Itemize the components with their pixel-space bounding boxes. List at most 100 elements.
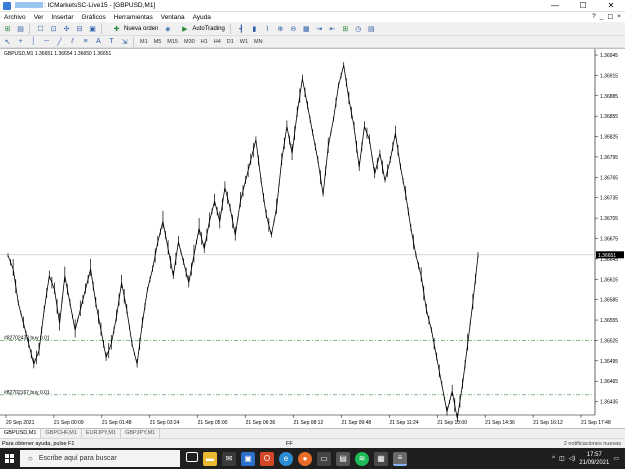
price-tick-label: 1.36885 [600,94,618,100]
menu-archivo[interactable]: Archivo [0,14,30,21]
horizontal-line-icon[interactable]: ─ [41,36,52,47]
price-tick-label: 1.36825 [600,135,618,141]
autoscroll-icon[interactable]: ⇥ [314,23,325,34]
time-tick-label: 20 Sep 2021 [6,420,35,426]
price-tick-label: 1.36765 [600,175,618,181]
notes-icon[interactable]: ▦ [374,451,388,466]
crosshair-icon[interactable]: + [15,36,26,47]
firefox-icon[interactable]: ● [298,451,312,466]
notifications-status[interactable]: 2 notificaciones nuevas [564,441,621,447]
text-label-icon[interactable]: T [106,36,117,47]
menu-ver[interactable]: Ver [30,14,48,21]
equidistant-channel-icon[interactable]: ⫽ [67,36,78,47]
new-order-button[interactable]: ✚ Nueva orden [107,23,160,34]
timeframe-m5[interactable]: M5 [151,39,165,45]
maximize-button[interactable]: ☐ [569,0,597,12]
metatrader-icon[interactable]: ≡ [393,451,407,466]
tab-eurjpy[interactable]: EURJPY,M1 [82,429,122,438]
trendline-icon[interactable]: ╱ [54,36,65,47]
plus-icon: ✚ [113,25,120,33]
data-window-icon[interactable]: ⊡ [48,23,59,34]
folder-icon[interactable]: ▬ [203,451,217,466]
tab-gbpusd[interactable]: GBPUSD,M1 [0,429,42,438]
taskbar-search[interactable]: ○ Escribe aquí para buscar [20,450,180,467]
terminal-icon[interactable]: ⊟ [74,23,85,34]
timeframe-w1[interactable]: W1 [237,39,251,45]
vertical-line-icon[interactable]: │ [28,36,39,47]
cursor-icon[interactable]: ↖ [2,36,13,47]
mdi-minimize-button[interactable]: _ [600,13,604,21]
network-icon[interactable]: ◫ [559,455,565,462]
timeframe-h4[interactable]: H4 [211,39,224,45]
office-icon[interactable]: O [260,451,274,466]
zoom-out-icon[interactable]: ⊖ [288,23,299,34]
volume-icon[interactable]: ◁) [569,455,576,462]
price-chart[interactable]: 1.36945 1.36915 1.36885 1.36855 1.36825 1.367… [0,49,625,429]
menu-insertar[interactable]: Insertar [47,14,77,21]
indicators-icon[interactable]: ⊞ [340,23,351,34]
taskbar-apps: ▬ ✉ ▣ O e ● ▭ ▤ ≋ ▦ ≡ [186,451,407,466]
chart-shift-icon[interactable]: ⇤ [327,23,338,34]
metaeditor-icon[interactable]: ◈ [162,23,173,34]
tile-windows-icon[interactable]: ▦ [301,23,312,34]
tray-chevron-icon[interactable]: ^ [552,456,555,462]
mdi-restore-button[interactable]: ☐ [607,13,613,21]
autotrading-button[interactable]: ▶ AutoTrading [175,23,226,34]
timeframe-h1[interactable]: H1 [198,39,211,45]
menu-bar: Archivo Ver Insertar Gráficos Herramient… [0,12,625,22]
minimize-button[interactable]: — [541,0,569,12]
notification-center-icon[interactable]: ▭ [613,455,619,462]
market-watch-icon[interactable]: ☐ [35,23,46,34]
timeframe-m15[interactable]: M15 [164,39,181,45]
bar-chart-icon[interactable]: ┫ [236,23,247,34]
timeframe-m30[interactable]: M30 [181,39,198,45]
play-icon: ▶ [182,25,188,33]
clock-date: 21/09/2021 [579,459,610,466]
line-chart-icon[interactable]: ⌇ [262,23,273,34]
store-icon[interactable]: ▣ [241,451,255,466]
drawing-toolbar: ↖ + │ ─ ╱ ⫽ ≡ A T ⇲ M1 M5 M15 M30 H1 H4 … [0,36,625,48]
navigator-icon[interactable]: ✣ [61,23,72,34]
start-button[interactable] [0,448,18,469]
search-placeholder: Escribe aquí para buscar [38,455,117,462]
templates-icon[interactable]: ▤ [366,23,377,34]
task-view-icon[interactable] [186,451,198,462]
price-tick-label: 1.36855 [600,114,618,120]
chart-window[interactable]: 1.36945 1.36915 1.36885 1.36855 1.36825 1.367… [0,48,625,428]
clock[interactable]: 17:57 21/09/2021 [579,451,609,467]
timeframe-mn[interactable]: MN [251,39,266,45]
arrows-icon[interactable]: ⇲ [119,36,130,47]
menu-graficos[interactable]: Gráficos [78,14,110,21]
menu-ventana[interactable]: Ventana [157,14,189,21]
toolbar-separator [101,23,102,34]
tab-gbpjpy[interactable]: GBPJPY,M1 [121,429,161,438]
timeframe-m1[interactable]: M1 [137,39,151,45]
text-icon[interactable]: A [93,36,104,47]
fibonacci-icon[interactable]: ≡ [80,36,91,47]
tab-gbpchf[interactable]: GBPCHF,M1 [41,429,82,438]
time-tick-label: 21 Sep 08:12 [294,420,324,426]
mdi-close-button[interactable]: × [617,13,621,21]
time-tick-label: 21 Sep 11:24 [389,420,419,426]
close-button[interactable]: ✕ [597,0,625,12]
taskbar: ○ Escribe aquí para buscar ▬ ✉ ▣ O e ● ▭… [0,448,625,469]
search-icon: ○ [28,454,33,463]
time-tick-label: 21 Sep 09:48 [341,420,371,426]
profiles-icon[interactable]: ▤ [15,23,26,34]
price-tick-label: 1.36705 [600,216,618,222]
time-tick-label: 21 Sep 03:24 [150,420,180,426]
terminal-app-icon[interactable]: ▭ [317,451,331,466]
timeframe-d1[interactable]: D1 [224,39,237,45]
help-icon[interactable]: ? [592,13,596,21]
candlestick-icon[interactable]: ▮ [249,23,260,34]
edge-icon[interactable]: e [279,451,293,466]
new-chart-icon[interactable]: ⊞ [2,23,13,34]
menu-ayuda[interactable]: Ayuda [189,14,215,21]
spotify-icon[interactable]: ≋ [355,451,369,466]
zoom-in-icon[interactable]: ⊕ [275,23,286,34]
menu-herramientas[interactable]: Herramientas [110,14,157,21]
periods-icon[interactable]: ◷ [353,23,364,34]
store-bag-icon[interactable]: ▤ [336,451,350,466]
mail-icon[interactable]: ✉ [222,451,236,466]
tester-icon[interactable]: ▣ [87,23,98,34]
